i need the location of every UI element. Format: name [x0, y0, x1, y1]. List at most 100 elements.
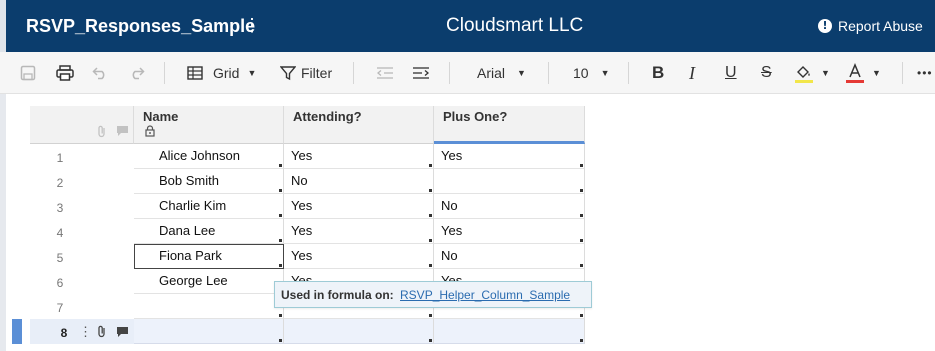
- row-number[interactable]: 3: [30, 194, 134, 219]
- strikethrough-icon[interactable]: S: [761, 52, 772, 94]
- name-cell[interactable]: George Lee: [134, 269, 284, 294]
- underline-icon[interactable]: U: [725, 52, 737, 94]
- cell-dropdown-marker: [429, 314, 432, 317]
- table-row: 5 Fiona Park Yes No: [30, 244, 585, 269]
- attending-cell[interactable]: Yes: [284, 194, 434, 219]
- text-color-icon: [846, 63, 864, 83]
- chevron-down-icon: ▼: [247, 68, 257, 78]
- font-size-dropdown[interactable]: 10 ▼: [573, 52, 610, 94]
- cell-dropdown-marker: [429, 264, 432, 267]
- grid-view-dropdown[interactable]: Grid ▼: [187, 52, 256, 94]
- chevron-down-icon: ▼: [872, 68, 881, 78]
- comment-icon[interactable]: [116, 326, 129, 341]
- redo-icon[interactable]: [129, 52, 145, 94]
- cell-dropdown-marker: [429, 164, 432, 167]
- app-header: RSVP_Responses_Sample ⋮ Cloudsmart LLC !…: [0, 0, 935, 52]
- cell-dropdown-marker: [279, 239, 282, 242]
- plus-one-cell[interactable]: Yes: [434, 144, 585, 169]
- cell-dropdown-marker: [580, 314, 583, 317]
- toolbar: Grid ▼ Filter Arial ▼ 10 ▼ B I U S ▼ ▼ •…: [0, 52, 935, 94]
- helper-sheet-link[interactable]: RSVP_Helper_Column_Sample: [400, 288, 570, 302]
- column-header-attending[interactable]: Attending?: [284, 106, 434, 144]
- comment-icon[interactable]: [116, 125, 129, 140]
- paint-bucket-icon: [795, 66, 813, 83]
- chevron-down-icon: ▼: [517, 68, 526, 78]
- cell-dropdown-marker: [429, 239, 432, 242]
- row-number[interactable]: 6: [30, 269, 134, 294]
- attachment-icon[interactable]: [97, 125, 107, 141]
- cell-dropdown-marker: [580, 214, 583, 217]
- filter-icon: [280, 66, 296, 81]
- plus-one-cell[interactable]: No: [434, 244, 585, 269]
- column-header-label: Attending?: [293, 109, 362, 124]
- plus-one-cell[interactable]: [434, 319, 585, 344]
- cell-dropdown-marker: [279, 339, 282, 342]
- table-row-selected: 8 ⋮: [12, 319, 585, 344]
- lock-icon: [145, 125, 155, 140]
- column-header-name[interactable]: Name: [134, 106, 284, 144]
- plus-one-cell[interactable]: [434, 169, 585, 194]
- table-row: 2 Bob Smith No: [30, 169, 585, 194]
- column-header-plus-one[interactable]: Plus One?: [434, 106, 585, 144]
- row-number[interactable]: 8 ⋮: [12, 319, 134, 344]
- chevron-down-icon: ▼: [600, 68, 610, 78]
- sheet-title[interactable]: RSVP_Responses_Sample: [26, 16, 255, 37]
- name-cell[interactable]: Dana Lee: [134, 219, 284, 244]
- undo-icon[interactable]: [92, 52, 108, 94]
- cell-dropdown-marker: [279, 264, 282, 267]
- name-cell[interactable]: [134, 294, 284, 319]
- row-number[interactable]: 2: [30, 169, 134, 194]
- attending-cell[interactable]: Yes: [284, 219, 434, 244]
- name-cell[interactable]: Bob Smith: [134, 169, 284, 194]
- text-color-dropdown[interactable]: ▼: [846, 52, 881, 94]
- cell-dropdown-marker: [429, 189, 432, 192]
- attending-cell[interactable]: No: [284, 169, 434, 194]
- print-icon[interactable]: [56, 52, 74, 94]
- attending-cell[interactable]: [284, 319, 434, 344]
- more-options-icon[interactable]: •••: [917, 52, 933, 94]
- bold-icon[interactable]: B: [652, 52, 664, 94]
- name-cell[interactable]: Charlie Kim: [134, 194, 284, 219]
- font-family-value: Arial: [477, 65, 506, 81]
- toolbar-divider: [548, 62, 549, 84]
- tooltip-label: Used in formula on:: [281, 288, 394, 302]
- toolbar-divider: [449, 62, 450, 84]
- formula-usage-tooltip: Used in formula on: RSVP_Helper_Column_S…: [274, 281, 592, 308]
- plus-one-cell[interactable]: No: [434, 194, 585, 219]
- cell-dropdown-marker: [279, 164, 282, 167]
- cell-dropdown-marker: [580, 239, 583, 242]
- save-icon[interactable]: [20, 52, 36, 94]
- sheet-menu-icon[interactable]: ⋮: [243, 15, 261, 36]
- left-edge-strip: [0, 0, 6, 52]
- italic-icon[interactable]: I: [689, 52, 695, 94]
- info-icon: !: [818, 19, 832, 33]
- cell-dropdown-marker: [279, 314, 282, 317]
- outdent-icon[interactable]: [377, 52, 393, 94]
- row-number[interactable]: 1: [30, 144, 134, 169]
- indent-icon[interactable]: [413, 52, 429, 94]
- cell-dropdown-marker: [580, 189, 583, 192]
- company-name: Cloudsmart LLC: [446, 15, 584, 36]
- name-cell[interactable]: Alice Johnson: [134, 144, 284, 169]
- table-row: 4 Dana Lee Yes Yes: [30, 219, 585, 244]
- report-abuse-link[interactable]: ! Report Abuse: [818, 18, 923, 34]
- row-number[interactable]: 5: [30, 244, 134, 269]
- name-cell[interactable]: Fiona Park: [134, 244, 284, 269]
- attending-cell[interactable]: Yes: [284, 244, 434, 269]
- name-cell[interactable]: [134, 319, 284, 344]
- cell-dropdown-marker: [580, 339, 583, 342]
- row-number[interactable]: 4: [30, 219, 134, 244]
- plus-one-cell[interactable]: Yes: [434, 219, 585, 244]
- font-family-dropdown[interactable]: Arial ▼: [477, 52, 526, 94]
- toolbar-divider: [902, 62, 903, 84]
- fill-color-dropdown[interactable]: ▼: [795, 52, 830, 94]
- report-abuse-label: Report Abuse: [838, 18, 923, 34]
- cell-dropdown-marker: [279, 189, 282, 192]
- row-number[interactable]: 7: [30, 294, 134, 319]
- column-header-label: Plus One?: [443, 109, 508, 124]
- attending-cell[interactable]: Yes: [284, 144, 434, 169]
- column-header-label: Name: [143, 109, 179, 124]
- row-menu-icon[interactable]: ⋮: [79, 324, 92, 340]
- attachment-icon[interactable]: [97, 325, 107, 341]
- filter-button[interactable]: Filter: [280, 52, 332, 94]
